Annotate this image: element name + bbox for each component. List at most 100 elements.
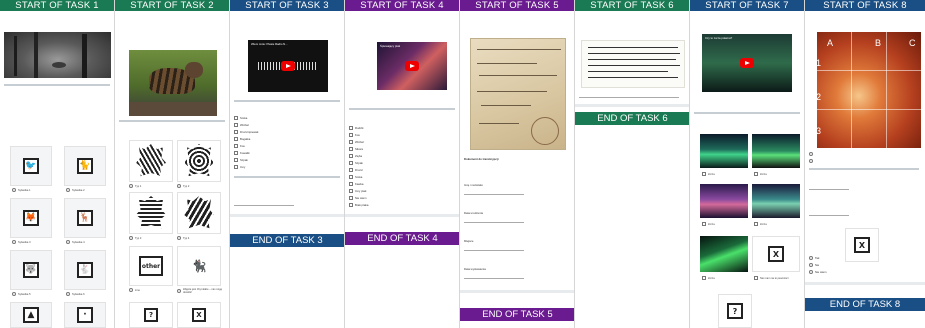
task-4-video-player[interactable]: Śpiewający ptak: [377, 42, 447, 90]
radio-icon[interactable]: [177, 184, 181, 188]
radio-icon[interactable]: [809, 256, 813, 260]
retina-option-1[interactable]: [809, 152, 813, 156]
bird-option-3[interactable]: Drozd śpiewak: [234, 130, 258, 134]
silhouette-card-8[interactable]: ·: [64, 302, 106, 328]
checkbox-icon[interactable]: [349, 133, 353, 137]
bird-option-4[interactable]: Bogatka: [234, 137, 250, 141]
radio-icon[interactable]: [809, 263, 813, 267]
yes-no-option-3[interactable]: Nie wiem: [809, 270, 827, 274]
coat-type-card-4[interactable]: [177, 192, 221, 234]
checkbox-icon[interactable]: [234, 151, 238, 155]
aurora-image-4[interactable]: [752, 184, 800, 218]
silhouette-option-6[interactable]: Sylwetka 6: [66, 292, 85, 296]
play-icon[interactable]: [281, 61, 295, 71]
bird-option-2[interactable]: Wróbel: [234, 123, 249, 127]
task-8-none-card[interactable]: X: [845, 228, 879, 262]
checkbox-icon[interactable]: [234, 158, 238, 162]
aurora-image-2[interactable]: [752, 134, 800, 168]
task-5-field-3[interactable]: [464, 245, 524, 251]
checkbox-icon[interactable]: [234, 116, 238, 120]
play-icon[interactable]: [740, 58, 754, 68]
bird-option-10[interactable]: Inny ptak: [349, 189, 366, 193]
radio-icon[interactable]: [809, 152, 813, 156]
radio-icon[interactable]: [66, 240, 70, 244]
coat-type-option-2[interactable]: Typ 2: [177, 184, 189, 188]
aurora-image-1[interactable]: [700, 134, 748, 168]
checkbox-icon[interactable]: [754, 222, 758, 226]
task-5-field-2[interactable]: [464, 217, 524, 223]
aurora-image-5[interactable]: [700, 236, 748, 272]
radio-icon[interactable]: [12, 240, 16, 244]
bird-option-8[interactable]: Inny: [234, 165, 245, 169]
task-5-field-1[interactable]: [464, 189, 524, 195]
task-3-video-player[interactable]: Wiem mnie: Ptasie Radio N...: [248, 40, 328, 92]
aurora-option-1[interactable]: Zorza: [702, 172, 715, 176]
checkbox-icon[interactable]: [702, 222, 706, 226]
radio-icon[interactable]: [129, 288, 133, 292]
bird-option-11[interactable]: Nie wiem: [349, 196, 367, 200]
task-8-dropdown-1[interactable]: [809, 184, 849, 190]
coat-type-option-3[interactable]: Typ 3: [129, 236, 141, 240]
coat-type-option-unknown[interactable]: Zdjęcie jest zbyt słabe – nie mogę okreś…: [177, 288, 225, 294]
checkbox-icon[interactable]: [234, 130, 238, 134]
radio-icon[interactable]: [66, 292, 70, 296]
coat-type-card-2[interactable]: [177, 140, 221, 182]
coat-type-option-1[interactable]: Typ 1: [129, 184, 141, 188]
checkbox-icon[interactable]: [234, 123, 238, 127]
checkbox-icon[interactable]: [349, 161, 353, 165]
bird-option-9[interactable]: Kawka: [349, 182, 363, 186]
bird-option-2[interactable]: Kos: [349, 133, 360, 137]
radio-icon[interactable]: [129, 184, 133, 188]
aurora-unsure-card[interactable]: ?: [718, 294, 752, 328]
yes-no-option-2[interactable]: Nie: [809, 263, 819, 267]
task-5-field-4[interactable]: [464, 273, 524, 279]
checkbox-icon[interactable]: [234, 137, 238, 141]
bird-option-8[interactable]: Sroka: [349, 175, 362, 179]
radio-icon[interactable]: [66, 188, 70, 192]
radio-icon[interactable]: [809, 270, 813, 274]
bird-option-7[interactable]: Drozd: [349, 168, 362, 172]
checkbox-icon[interactable]: [702, 276, 706, 280]
silhouette-card-1[interactable]: 🐦: [10, 146, 52, 186]
checkbox-icon[interactable]: [349, 154, 353, 158]
task-8-dropdown-2[interactable]: [809, 210, 849, 216]
checkbox-icon[interactable]: [349, 147, 353, 151]
coat-type-card-unknown[interactable]: 🐈‍⬛: [177, 246, 221, 286]
bird-option-1[interactable]: Sroka: [234, 116, 247, 120]
radio-icon[interactable]: [129, 236, 133, 240]
radio-icon[interactable]: [809, 159, 813, 163]
checkbox-icon[interactable]: [702, 172, 706, 176]
bird-option-5[interactable]: Zięba: [349, 154, 362, 158]
silhouette-card-7[interactable]: ▲: [10, 302, 52, 328]
aurora-option-5[interactable]: Zorza: [702, 276, 715, 280]
checkbox-icon[interactable]: [754, 276, 758, 280]
coat-type-option-4[interactable]: Typ 4: [177, 236, 189, 240]
silhouette-option-5[interactable]: Sylwetka 5: [12, 292, 31, 296]
checkbox-icon[interactable]: [349, 189, 353, 193]
coat-type-card-question[interactable]: ?: [129, 302, 173, 328]
silhouette-card-6[interactable]: 🐇: [64, 250, 106, 290]
task-7-video-player[interactable]: Czy to zorza polarna?: [702, 34, 792, 92]
yes-no-option-1[interactable]: Tak: [809, 256, 819, 260]
silhouette-card-2[interactable]: 🐈: [64, 146, 106, 186]
aurora-image-3[interactable]: [700, 184, 748, 218]
checkbox-icon[interactable]: [349, 168, 353, 172]
radio-icon[interactable]: [12, 292, 16, 296]
checkbox-icon[interactable]: [234, 144, 238, 148]
checkbox-icon[interactable]: [234, 165, 238, 169]
radio-icon[interactable]: [12, 188, 16, 192]
bird-option-4[interactable]: Sikora: [349, 147, 363, 151]
bird-option-3[interactable]: Wróbel: [349, 140, 364, 144]
checkbox-icon[interactable]: [349, 140, 353, 144]
aurora-option-3[interactable]: Zorza: [702, 222, 715, 226]
silhouette-option-4[interactable]: Sylwetka 4: [66, 240, 85, 244]
coat-type-option-other[interactable]: inne: [129, 288, 140, 292]
aurora-none-card[interactable]: X: [752, 236, 800, 272]
radio-icon[interactable]: [177, 236, 181, 240]
coat-type-card-none[interactable]: X: [177, 302, 221, 328]
bird-option-6[interactable]: Kowalik: [234, 151, 250, 155]
checkbox-icon[interactable]: [754, 172, 758, 176]
checkbox-icon[interactable]: [349, 182, 353, 186]
coat-type-card-1[interactable]: [129, 140, 173, 182]
coat-type-card-3[interactable]: [129, 192, 173, 234]
